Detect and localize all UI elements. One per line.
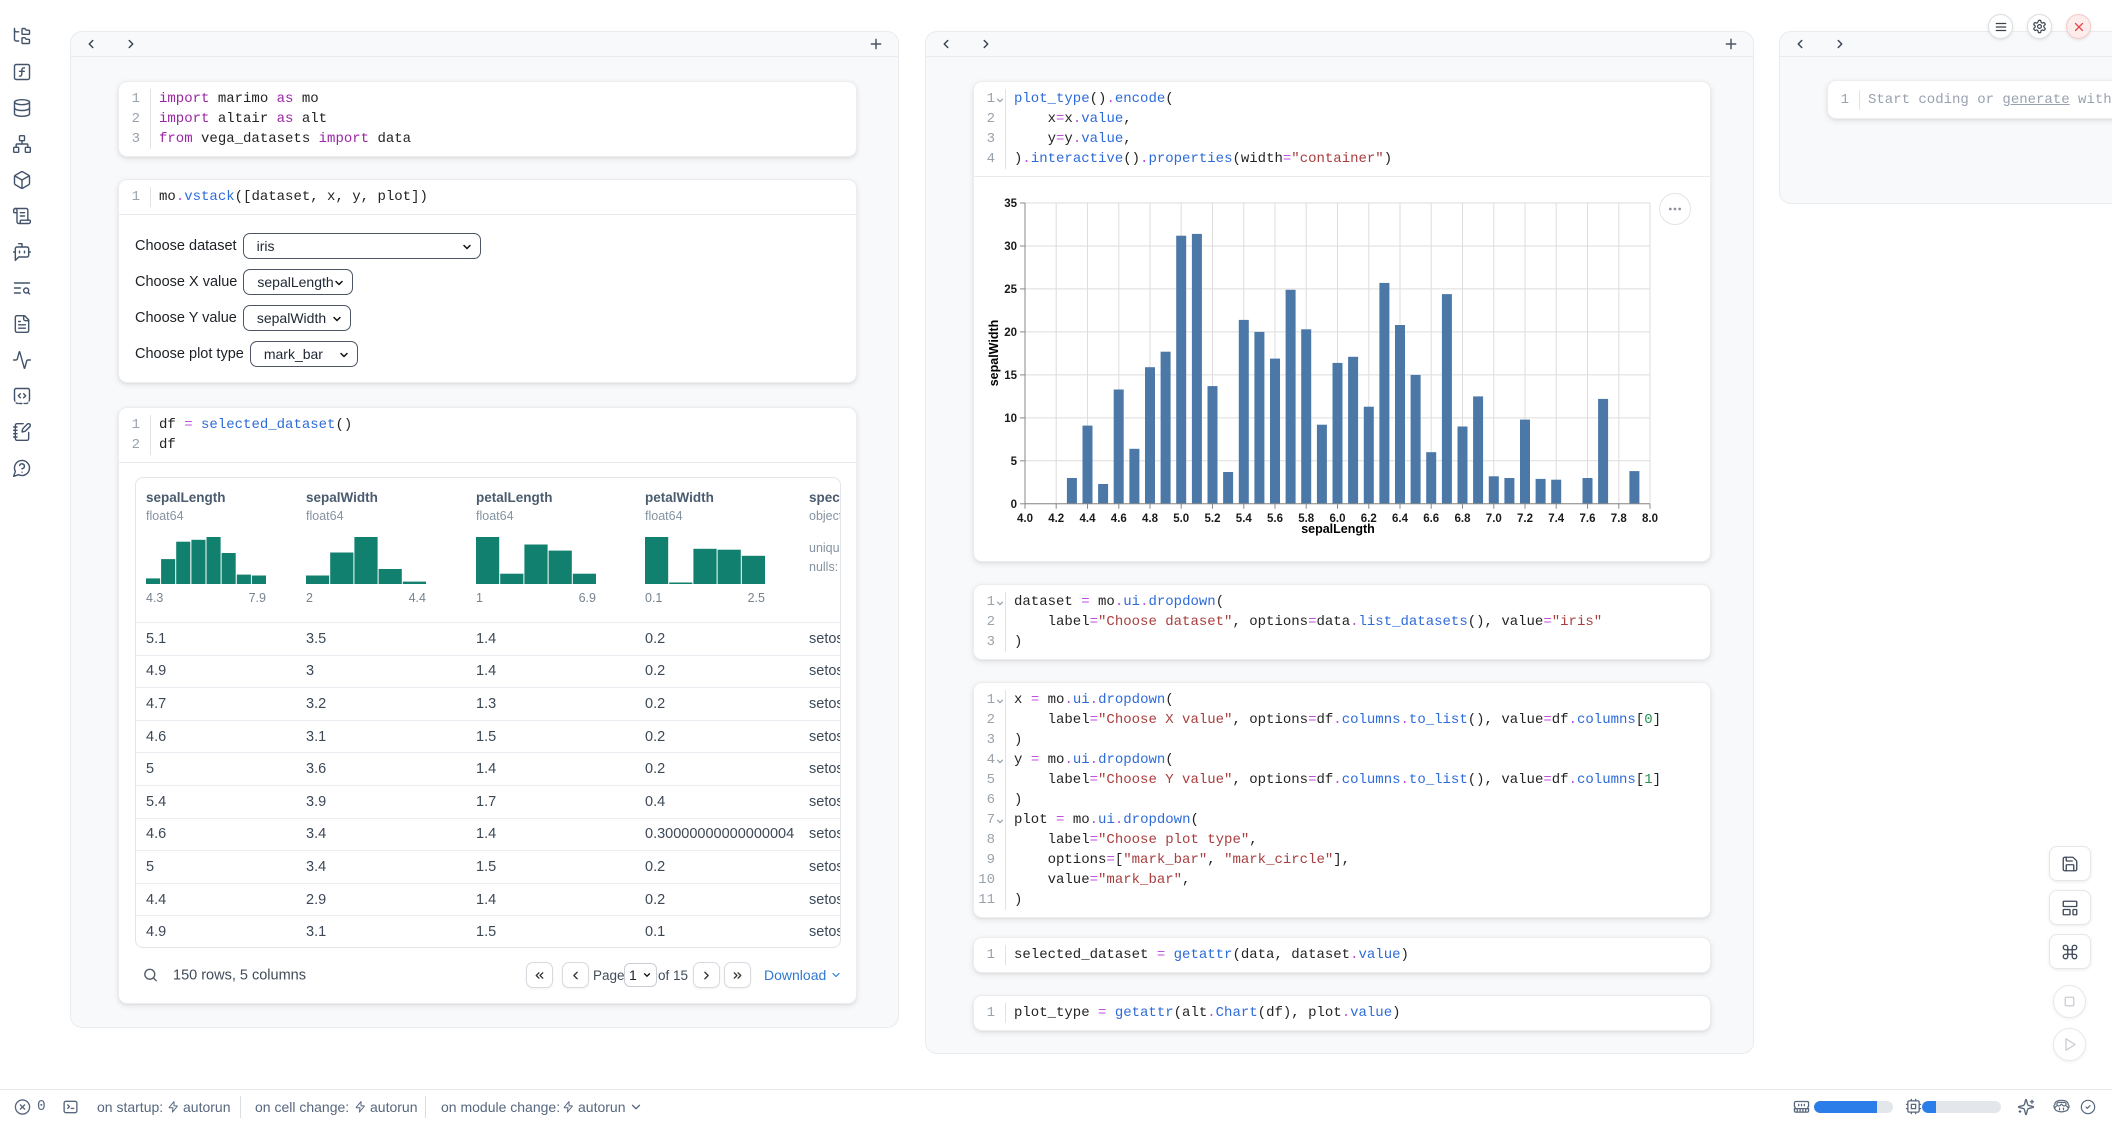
svg-text:7.6: 7.6 [1580,513,1596,525]
svg-text:7.8: 7.8 [1611,513,1628,525]
svg-text:10: 10 [1004,413,1017,425]
svg-text:0: 0 [1011,499,1017,511]
svg-text:35: 35 [1004,198,1017,210]
svg-text:7.2: 7.2 [1517,513,1533,525]
svg-text:5.4: 5.4 [1236,513,1253,525]
svg-text:15: 15 [1004,370,1017,382]
svg-text:sepalLength: sepalLength [1301,522,1375,536]
svg-text:4.0: 4.0 [1017,513,1033,525]
svg-text:4.2: 4.2 [1048,513,1064,525]
svg-text:5.6: 5.6 [1267,513,1283,525]
svg-text:7.4: 7.4 [1548,513,1565,525]
svg-text:5.2: 5.2 [1205,513,1221,525]
svg-text:8.0: 8.0 [1642,513,1658,525]
svg-text:5.0: 5.0 [1173,513,1189,525]
svg-text:20: 20 [1004,327,1017,339]
svg-text:6.4: 6.4 [1392,513,1409,525]
svg-text:30: 30 [1004,241,1017,253]
svg-text:6.6: 6.6 [1423,513,1439,525]
svg-text:4.6: 4.6 [1111,513,1127,525]
svg-text:6.8: 6.8 [1455,513,1472,525]
svg-text:25: 25 [1004,284,1017,296]
svg-text:4.4: 4.4 [1080,513,1097,525]
svg-text:5: 5 [1011,456,1018,468]
svg-text:4.8: 4.8 [1142,513,1159,525]
svg-text:sepalWidth: sepalWidth [988,320,1001,387]
svg-text:7.0: 7.0 [1486,513,1502,525]
